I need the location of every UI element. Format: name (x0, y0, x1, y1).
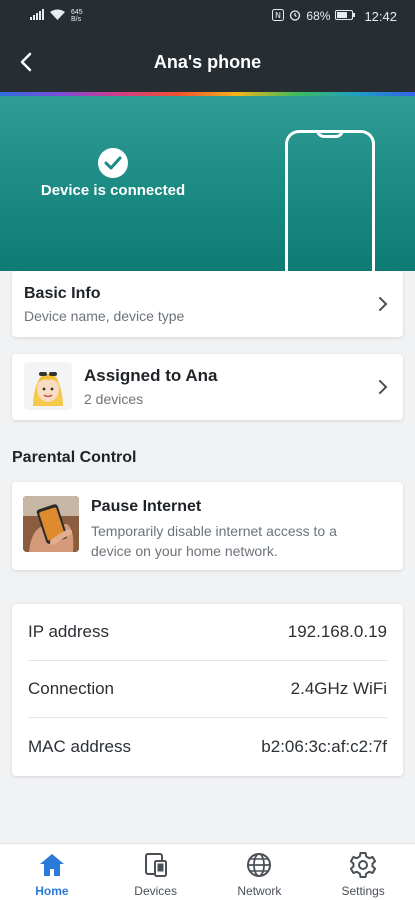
network-details-card: IP address 192.168.0.19 Connection 2.4GH… (12, 604, 403, 776)
connection-row: Connection 2.4GHz WiFi (28, 661, 387, 718)
bottom-navigation: Home Devices Network Settings (0, 843, 415, 900)
back-button[interactable] (6, 42, 46, 82)
net-speed-value: 645 (71, 9, 83, 16)
nav-settings[interactable]: Settings (311, 844, 415, 900)
gear-icon (350, 852, 377, 878)
battery-icon (335, 9, 356, 23)
home-icon (39, 854, 64, 876)
pause-internet-description: Temporarily disable internet access to a… (91, 521, 337, 561)
mac-address-row: MAC address b2:06:3c:af:c2:7f (28, 718, 387, 775)
battery-percent: 68% (306, 9, 331, 23)
assigned-title: Assigned to Ana (84, 366, 218, 385)
wifi-icon (50, 9, 65, 23)
nav-settings-label: Settings (341, 884, 385, 898)
devices-icon (144, 853, 167, 877)
connection-status: Device is connected (40, 182, 186, 199)
alarm-icon (289, 9, 301, 24)
pause-internet-card[interactable]: Pause Internet Temporarily disable inter… (12, 482, 403, 570)
avatar (24, 362, 72, 410)
phone-notch (316, 130, 344, 138)
nav-home[interactable]: Home (0, 844, 104, 900)
connection-value: 2.4GHz WiFi (290, 679, 387, 698)
mac-address-value: b2:06:3c:af:c2:7f (261, 736, 387, 756)
ip-address-value: 192.168.0.19 (287, 622, 387, 641)
pause-internet-desc-line2: device on your home network. (91, 543, 278, 559)
status-bar-right: N 68% 12:42 (272, 8, 397, 24)
app-header: Ana's phone (0, 32, 415, 92)
phone-illustration-icon (285, 130, 375, 275)
page-title: Ana's phone (153, 51, 262, 72)
net-speed-unit: B/s (71, 16, 82, 23)
nav-devices-label: Devices (134, 884, 177, 898)
signal-icon (30, 9, 44, 23)
svg-text:N: N (275, 11, 281, 20)
chevron-right-icon[interactable] (373, 377, 393, 397)
net-speed: 645 B/s (71, 9, 83, 23)
ip-address-row: IP address 192.168.0.19 (28, 604, 387, 661)
parental-control-heading: Parental Control (12, 449, 137, 466)
connection-label: Connection (28, 679, 115, 698)
mac-address-label: MAC address (28, 736, 131, 756)
pause-internet-image (23, 496, 79, 552)
basic-info-card[interactable]: Basic Info Device name, device type (12, 271, 403, 337)
status-bar: 645 B/s N 68% 12:42 (0, 0, 415, 32)
status-bar-left: 645 B/s (30, 9, 83, 23)
check-circle-icon (98, 148, 128, 178)
basic-info-title: Basic Info (24, 285, 101, 302)
nav-network[interactable]: Network (208, 844, 312, 900)
pause-internet-desc-line1: Temporarily disable internet access to a (91, 523, 337, 539)
nfc-icon: N (272, 8, 285, 24)
clock: 12:42 (364, 8, 397, 24)
nav-devices[interactable]: Devices (104, 844, 208, 900)
globe-icon (247, 853, 272, 877)
assigned-subtitle: 2 devices (84, 391, 144, 407)
pause-internet-title: Pause Internet (91, 498, 202, 515)
chevron-left-icon (20, 52, 32, 72)
nav-home-label: Home (35, 884, 69, 898)
chevron-right-icon[interactable] (373, 294, 393, 314)
nav-network-label: Network (237, 884, 282, 898)
basic-info-subtitle: Device name, device type (24, 308, 185, 324)
ip-address-label: IP address (28, 622, 109, 641)
assigned-card[interactable]: Assigned to Ana 2 devices (12, 354, 403, 420)
